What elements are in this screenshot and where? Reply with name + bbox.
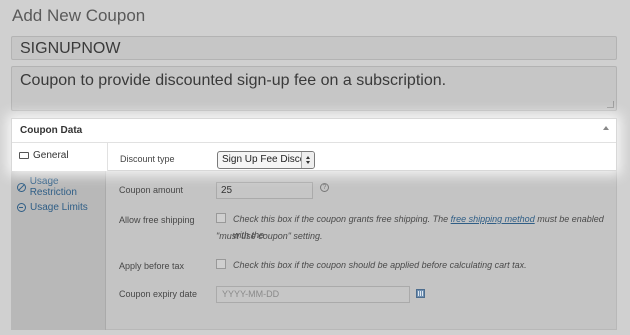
expiry-date-label: Coupon expiry date: [119, 289, 198, 299]
free-shipping-checkbox[interactable]: [216, 213, 226, 223]
arrow-down-icon: [306, 161, 310, 164]
coupon-amount-value: 25: [221, 185, 233, 196]
side-tabs: Usage Restriction Usage Limits: [11, 170, 106, 330]
discount-type-label: Discount type: [120, 154, 175, 164]
panel-title: Coupon Data: [20, 125, 83, 136]
apply-before-tax-label: Apply before tax: [119, 261, 185, 271]
restriction-icon: [17, 182, 26, 192]
tab-general[interactable]: General: [19, 150, 69, 161]
apply-before-tax-checkbox[interactable]: [216, 259, 226, 269]
panel-header[interactable]: Coupon Data: [12, 119, 616, 143]
tab-usage-limits-label: Usage Limits: [30, 202, 88, 213]
tab-general-label: General: [33, 150, 69, 161]
help-icon[interactable]: ?: [320, 183, 329, 192]
expiry-date-input[interactable]: YYYY-MM-DD: [216, 286, 410, 303]
arrow-up-icon: [306, 156, 310, 159]
expiry-date-placeholder: YYYY-MM-DD: [222, 289, 280, 299]
discount-type-select[interactable]: Sign Up Fee Discount: [217, 151, 315, 169]
resize-grip-icon[interactable]: [607, 101, 614, 108]
tab-usage-restriction[interactable]: Usage Restriction: [17, 176, 105, 198]
free-shipping-desc-before: Check this box if the coupon grants free…: [233, 214, 451, 224]
select-arrows-icon: [301, 152, 314, 168]
free-shipping-description-line2: "must use coupon" setting.: [216, 231, 323, 241]
coupon-data-highlight: Coupon Data General Discount type Sign U…: [11, 118, 617, 171]
ticket-icon: [19, 152, 29, 159]
free-shipping-method-link[interactable]: free shipping method: [451, 214, 535, 224]
coupon-amount-input[interactable]: 25: [216, 182, 313, 199]
coupon-description-value: Coupon to provide discounted sign-up fee…: [20, 72, 447, 89]
calendar-icon[interactable]: [416, 289, 425, 298]
free-shipping-label: Allow free shipping: [119, 215, 195, 225]
coupon-description-textarea[interactable]: Coupon to provide discounted sign-up fee…: [11, 66, 617, 111]
limits-icon: [17, 203, 26, 212]
coupon-code-input[interactable]: SIGNUPNOW: [11, 36, 617, 60]
tab-usage-restriction-label: Usage Restriction: [29, 176, 77, 198]
apply-before-tax-description: Check this box if the coupon should be a…: [233, 260, 527, 270]
tab-usage-limits[interactable]: Usage Limits: [17, 202, 88, 213]
collapse-arrow-icon[interactable]: [603, 126, 609, 130]
coupon-amount-label: Coupon amount: [119, 185, 184, 195]
page-title: Add New Coupon: [12, 6, 146, 25]
coupon-code-value: SIGNUPNOW: [20, 40, 121, 57]
